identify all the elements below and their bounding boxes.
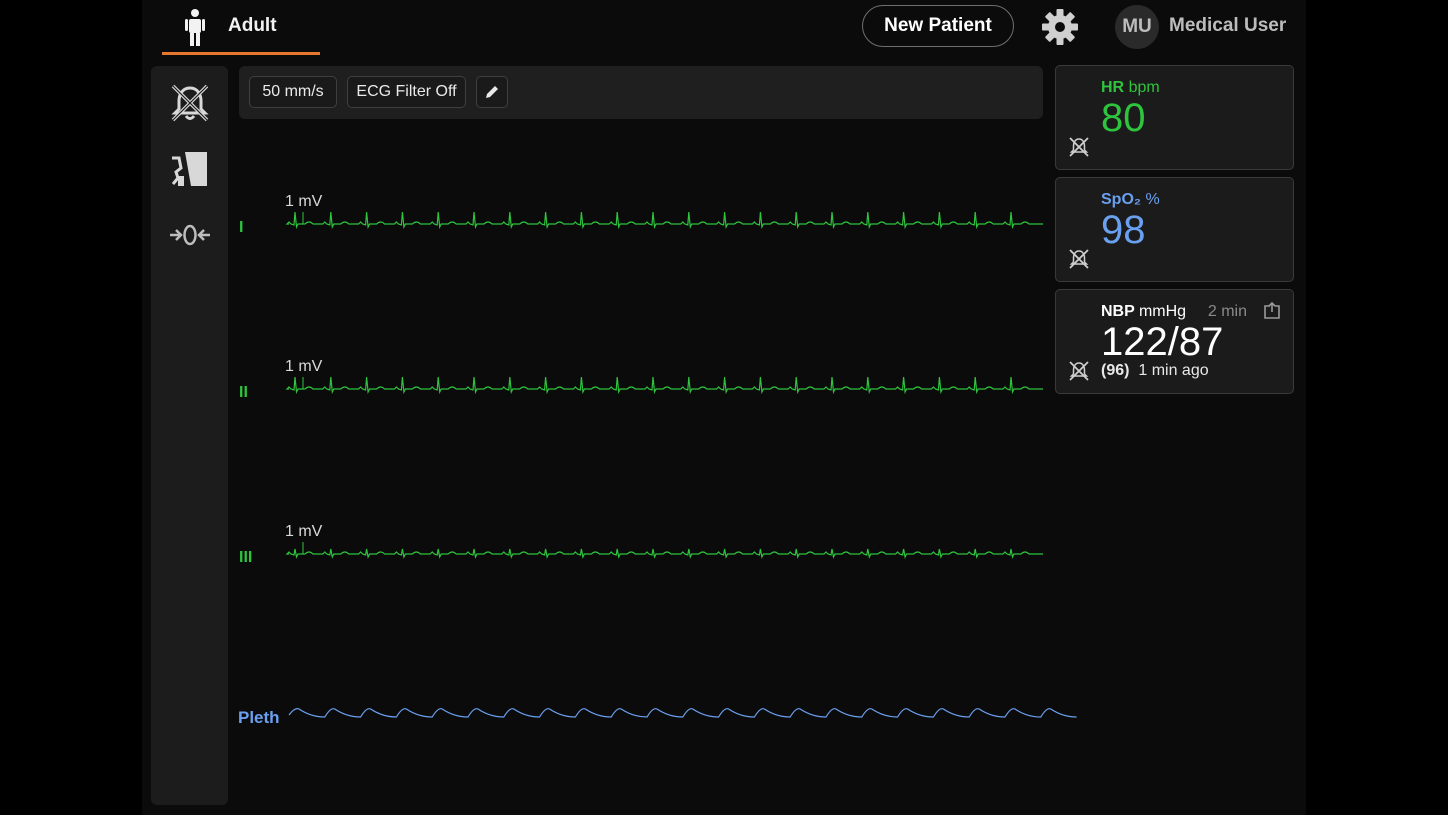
spo2-value: 98: [1101, 208, 1146, 252]
hr-tile[interactable]: HR bpm 80: [1055, 65, 1294, 170]
nbp-age: 1 min ago: [1138, 362, 1209, 379]
nbp-mean: (96): [1101, 362, 1130, 379]
ecg-lead-II-waveform: [285, 376, 1043, 395]
pleth-waveform: [288, 708, 1077, 718]
auto-cycle-icon[interactable]: [1263, 302, 1281, 320]
printer-icon[interactable]: [169, 148, 211, 190]
patient-type-tab[interactable]: Adult: [162, 0, 320, 55]
lead-I-label: I: [239, 219, 244, 236]
nbp-tile[interactable]: NBP mmHg 2 min 122/87 (96) 1 min ago: [1055, 289, 1294, 394]
gear-icon[interactable]: [1040, 7, 1080, 47]
alarm-off-icon: [1069, 361, 1089, 381]
ecg1-trace: [285, 211, 1043, 230]
ecg3-trace: [285, 548, 1043, 559]
alarm-off-icon: [1069, 249, 1089, 269]
new-patient-button[interactable]: New Patient: [862, 5, 1014, 47]
sweep-speed-button[interactable]: 50 mm/s: [249, 76, 337, 108]
adult-patient-icon: [185, 9, 205, 46]
alarm-silence-icon[interactable]: [169, 82, 211, 124]
header-bar: Adult New Patient MU Medical User: [142, 0, 1306, 55]
monitor-app: Adult New Patient MU Medical User 50 mm/…: [142, 0, 1306, 815]
nbp-name: NBP mmHg: [1101, 303, 1187, 320]
waveform-toolbar: 50 mm/s ECG Filter Off: [239, 66, 1043, 119]
spo2-tile[interactable]: SpO₂ % 98: [1055, 177, 1294, 282]
zero-calibrate-icon[interactable]: [169, 214, 211, 256]
ecg-filter-button[interactable]: ECG Filter Off: [347, 76, 466, 108]
ecg2-trace: [285, 376, 1043, 395]
nbp-interval: 2 min: [1207, 303, 1247, 320]
nbp-value: 122/87: [1101, 320, 1224, 364]
lead-III-label: III: [239, 549, 253, 566]
lead-II-label: II: [239, 384, 248, 401]
hr-value: 80: [1101, 96, 1146, 140]
side-toolbar: [151, 66, 228, 805]
user-name[interactable]: Medical User: [1169, 15, 1286, 37]
hr-name: HR bpm: [1101, 79, 1160, 96]
pleth-label: Pleth: [238, 708, 280, 727]
pleth-trace: [288, 708, 1077, 718]
ecg-lead-III-waveform: [285, 542, 1043, 559]
alarm-off-icon: [1069, 137, 1089, 157]
ecg-lead-I-waveform: [285, 211, 1043, 230]
avatar[interactable]: MU: [1115, 5, 1159, 49]
edit-button[interactable]: [476, 76, 508, 108]
patient-type-label: Adult: [228, 15, 277, 36]
spo2-name: SpO₂ %: [1101, 191, 1160, 208]
nbp-details: (96) 1 min ago: [1101, 362, 1209, 380]
pencil-icon: [486, 86, 498, 98]
